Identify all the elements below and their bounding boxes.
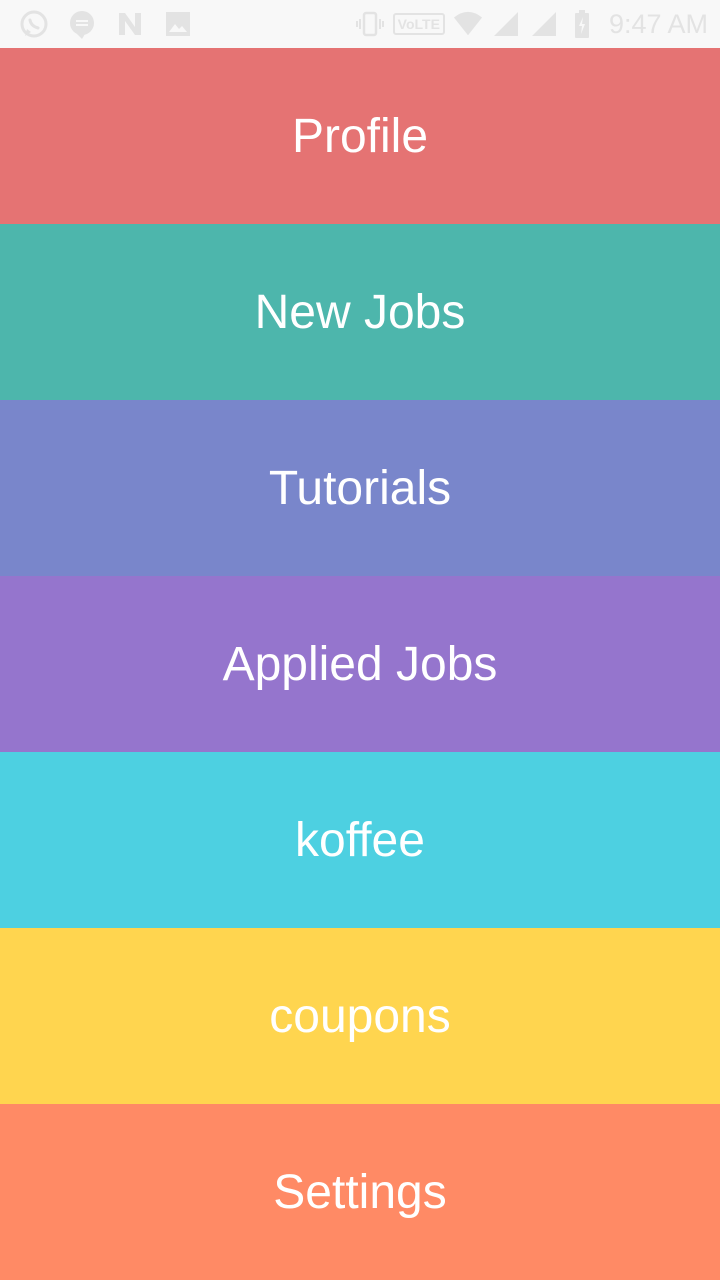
menu-item-tutorials[interactable]: Tutorials <box>0 400 720 576</box>
menu-item-new-jobs[interactable]: New Jobs <box>0 224 720 400</box>
status-clock: 9:47 AM <box>608 8 708 39</box>
main-menu: Profile New Jobs Tutorials Applied Jobs … <box>0 48 720 1280</box>
menu-item-label: Settings <box>273 1165 447 1219</box>
signal-icon <box>491 8 521 40</box>
battery-icon <box>567 8 597 40</box>
menu-item-koffee[interactable]: koffee <box>0 752 720 928</box>
volte-badge: VoLTE <box>392 13 445 35</box>
menu-item-applied-jobs[interactable]: Applied Jobs <box>0 576 720 752</box>
menu-item-label: koffee <box>295 813 425 867</box>
status-bar: VoLTE 9:47 AM <box>0 0 720 48</box>
notification-n-icon <box>114 8 146 40</box>
chat-icon <box>66 8 98 40</box>
menu-item-label: Profile <box>291 109 429 163</box>
menu-item-label: coupons <box>269 989 451 1043</box>
menu-item-label: Applied Jobs <box>222 637 498 691</box>
menu-item-label: New Jobs <box>254 285 466 339</box>
signal-icon <box>529 8 559 40</box>
vibrate-icon <box>355 8 385 40</box>
whatsapp-icon <box>18 8 50 40</box>
menu-item-coupons[interactable]: coupons <box>0 928 720 1104</box>
menu-item-settings[interactable]: Settings <box>0 1104 720 1280</box>
status-bar-right: VoLTE 9:47 AM <box>355 0 708 48</box>
status-bar-left <box>18 0 210 48</box>
menu-item-label: Tutorials <box>268 461 452 515</box>
menu-item-profile[interactable]: Profile <box>0 48 720 224</box>
wifi-icon <box>453 8 483 40</box>
image-icon <box>162 8 194 40</box>
